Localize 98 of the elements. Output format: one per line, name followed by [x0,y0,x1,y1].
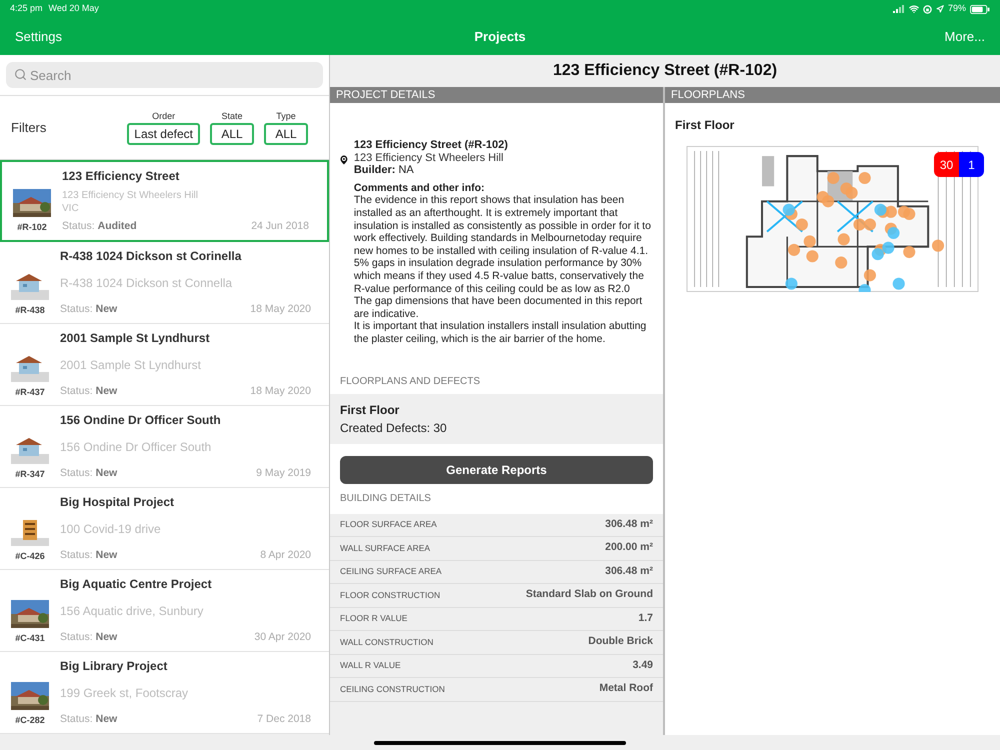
status-time: 4:25 pm [10,2,43,16]
comment-paragraph: The evidence in this report shows that insulation has been installed as an afterthought. It is extremely important that insulation is installed as consistently as possible in order for it to work effectively. Building standards in Melbournetoday require new homes to be installed with ceiling insulation of R-value 4.1. [354,194,652,258]
floorplan-title: First Floor [675,118,734,132]
search-field[interactable]: Search [6,62,323,88]
project-date: 18 May 2020 [250,384,311,400]
project-row[interactable]: #C-431 Big Aquatic Centre Project 156 Aquatic drive, Sunbury Status: New 30 Apr 2020 [0,570,329,652]
comment-paragraph: It is important that insulation installers install insulation abutting the plaster ceiling, which is the air barrier of the home. [354,320,648,346]
detail-label: CEILING CONSTRUCTION [340,682,445,696]
project-date: 9 May 2019 [256,466,311,482]
lock-rotation-icon [922,4,932,14]
project-address: R-438 1024 Dickson st Connella [60,277,234,290]
project-title: Big Library Project [60,658,168,675]
detail-value: 1.7 [638,610,653,626]
floor-card[interactable]: First Floor Created Defects: 30 [330,394,663,444]
project-status: Status: New [60,466,118,482]
defect-count: Created Defects: 30 [340,420,448,436]
project-title: 2001 Sample St Lyndhurst [60,330,211,347]
project-address: VIC [62,202,80,216]
project-status: Status: New [60,302,118,318]
detail-value: 306.48 m² [605,516,653,532]
project-address: 2001 Sample St Lyndhurst [60,359,202,372]
project-code: #R-102 [17,220,47,234]
project-code: #R-347 [15,468,45,480]
detail-value: Standard Slab on Ground [526,587,653,602]
detail-value: Double Brick [588,634,653,650]
filter-button[interactable]: Last defect [127,123,200,146]
detail-label: FLOOR CONSTRUCTION [340,588,440,602]
location-icon [936,5,944,13]
project-row[interactable]: #C-426 Big Hospital Project 100 Covid-19 drive Status: New 8 Apr 2020 [0,488,329,570]
project-title: Big Hospital Project [60,494,176,511]
project-row[interactable]: #R-102 123 Efficiency Street 123 Efficiency St Wheelers Hill VIC Status: Audited 24 Jun 2018 [0,160,329,242]
search-icon [14,68,27,81]
project-address: 156 Ondine Dr Officer South [60,441,212,454]
section-header: PROJECT DETAILS [336,88,436,103]
project-code: #C-282 [15,714,45,726]
project-row[interactable]: #R-438 R-438 1024 Dickson st Corinella R-438 1024 Dickson st Connella Status: New 18 May 2020 [0,242,329,324]
generate-reports-button[interactable]: Generate Reports [340,456,653,484]
detail-label: CEILING SURFACE AREA [340,565,442,578]
project-heading: 123 Efficiency Street (#R-102) [552,61,778,81]
project-name: 123 Efficiency Street (#R-102) [354,139,509,152]
project-date: 24 Jun 2018 [251,219,309,234]
section-header: BUILDING DETAILS [340,492,431,506]
detail-value: 200.00 m² [605,540,653,556]
filter-caption: Order [152,110,176,123]
project-title: 156 Ondine Dr Officer South [60,412,222,429]
comment-paragraph: The gap dimensions that have been documented in this report are indicative. [354,295,644,320]
section-header: FLOORPLANS [671,88,745,103]
defect-count-badge: 1 [959,152,984,177]
project-status: Status: New [60,384,118,400]
project-row[interactable]: #R-347 156 Ondine Dr Officer South 156 Ondine Dr Officer South Status: New 9 May 2019 [0,406,329,488]
project-title: 123 Efficiency Street [62,168,180,185]
filter-caption: State [221,110,242,123]
home-indicator[interactable] [374,740,626,744]
project-code: #C-431 [15,632,45,644]
floor-name: First Floor [340,402,400,418]
nav-title: Projects [474,28,526,46]
project-address: 100 Covid-19 drive [60,523,162,536]
section-header: FLOORPLANS AND DEFECTS [340,375,480,389]
project-date: 7 Dec 2018 [257,712,311,728]
filter-button[interactable]: ALL [210,123,254,146]
project-date: 18 May 2020 [250,302,311,318]
comments-heading: Comments and other info: [354,182,486,194]
detail-label: WALL CONSTRUCTION [340,636,434,649]
project-code: #R-438 [15,304,45,316]
project-date: 8 Apr 2020 [260,548,311,564]
battery-percent: 79% [948,2,966,16]
filter-button[interactable]: ALL [264,123,308,146]
project-status: Status: Audited [62,219,137,234]
project-address: 199 Greek st, Footscray [60,687,190,700]
project-title: Big Aquatic Centre Project [60,576,213,593]
project-status: Status: New [60,548,118,564]
detail-value: 3.49 [632,658,653,673]
detail-value: Metal Roof [599,681,653,696]
comment-paragraph: 5% gaps in insulation degrade insulation performance by 30% which means if they used 4.5 R-value batts, conservatively the R-value performance of this ceiling could be as low as R2.0 [354,257,645,296]
signal-icon [892,5,905,13]
status-date: Wed 20 May [48,2,99,16]
detail-label: WALL R VALUE [340,659,401,672]
filters-label: Filters [11,118,46,137]
filter-caption: Type [276,110,296,123]
project-title: R-438 1024 Dickson st Corinella [60,248,242,265]
defect-count-badge: 30 [934,152,959,177]
project-row[interactable]: #R-437 2001 Sample St Lyndhurst 2001 Sample St Lyndhurst Status: New 18 May 2020 [0,324,329,406]
project-code: #C-426 [15,550,45,562]
project-address: 123 Efficiency St Wheelers Hill [354,152,504,164]
detail-label: FLOOR R VALUE [340,612,408,626]
project-address: 156 Aquatic drive, Sunbury [60,605,204,618]
builder-text: Builder: NA [354,164,415,177]
detail-value: 306.48 m² [605,564,653,579]
project-date: 30 Apr 2020 [254,630,311,646]
detail-label: FLOOR SURFACE AREA [340,518,437,532]
wifi-icon [908,4,919,14]
project-status: Status: New [60,712,118,728]
project-code: #R-437 [15,386,45,398]
project-address: 123 Efficiency St Wheelers Hill [62,189,199,202]
battery-icon [970,4,990,14]
project-status: Status: New [60,630,118,646]
location-pin-icon [338,154,350,166]
detail-label: WALL SURFACE AREA [340,542,430,555]
